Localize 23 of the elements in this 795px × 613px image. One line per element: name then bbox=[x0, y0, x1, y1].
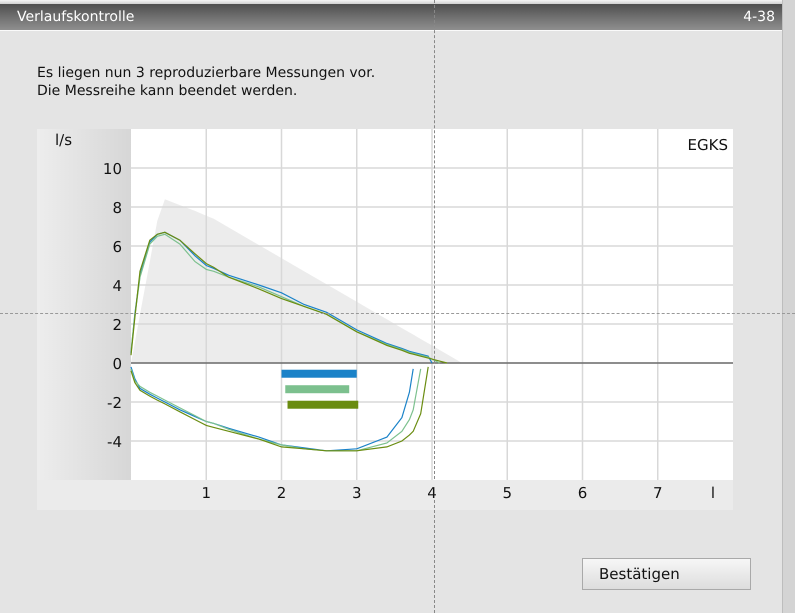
chart-title: EGKS bbox=[688, 136, 728, 154]
axis-label: 6 bbox=[112, 238, 122, 256]
axis-label: 2 bbox=[112, 316, 122, 334]
window-title: Verlaufskontrolle bbox=[17, 9, 134, 25]
axis-label: -4 bbox=[107, 433, 122, 451]
axis-title: l/s bbox=[55, 131, 72, 149]
axis-label: 1 bbox=[201, 484, 212, 502]
axis-label: 0 bbox=[112, 355, 122, 373]
axis-label: 4 bbox=[427, 484, 437, 502]
message-text: Es liegen nun 3 reproduzierbare Messungen vor. bbox=[37, 64, 376, 82]
axis-title: l bbox=[710, 484, 716, 502]
axis-label: 10 bbox=[102, 160, 122, 178]
message-text: Die Messreihe kann beendet werden. bbox=[37, 82, 298, 100]
axis-label: 3 bbox=[352, 484, 362, 502]
confirm-button[interactable]: Bestätigen bbox=[582, 558, 751, 590]
axis-label: 8 bbox=[112, 199, 122, 217]
screen-code: 4-38 bbox=[743, 9, 775, 25]
axis-label: 2 bbox=[276, 484, 286, 502]
axis-label: 7 bbox=[652, 484, 663, 502]
axis-label: -2 bbox=[107, 394, 122, 412]
axis-label: 6 bbox=[578, 484, 588, 502]
axis-label: 4 bbox=[112, 277, 122, 295]
axis-label: 5 bbox=[502, 484, 512, 502]
